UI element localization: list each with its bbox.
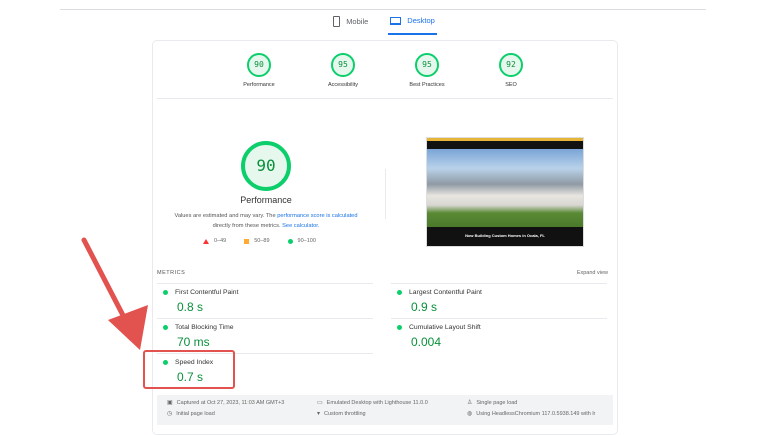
annotation-arrow-icon <box>81 237 148 350</box>
